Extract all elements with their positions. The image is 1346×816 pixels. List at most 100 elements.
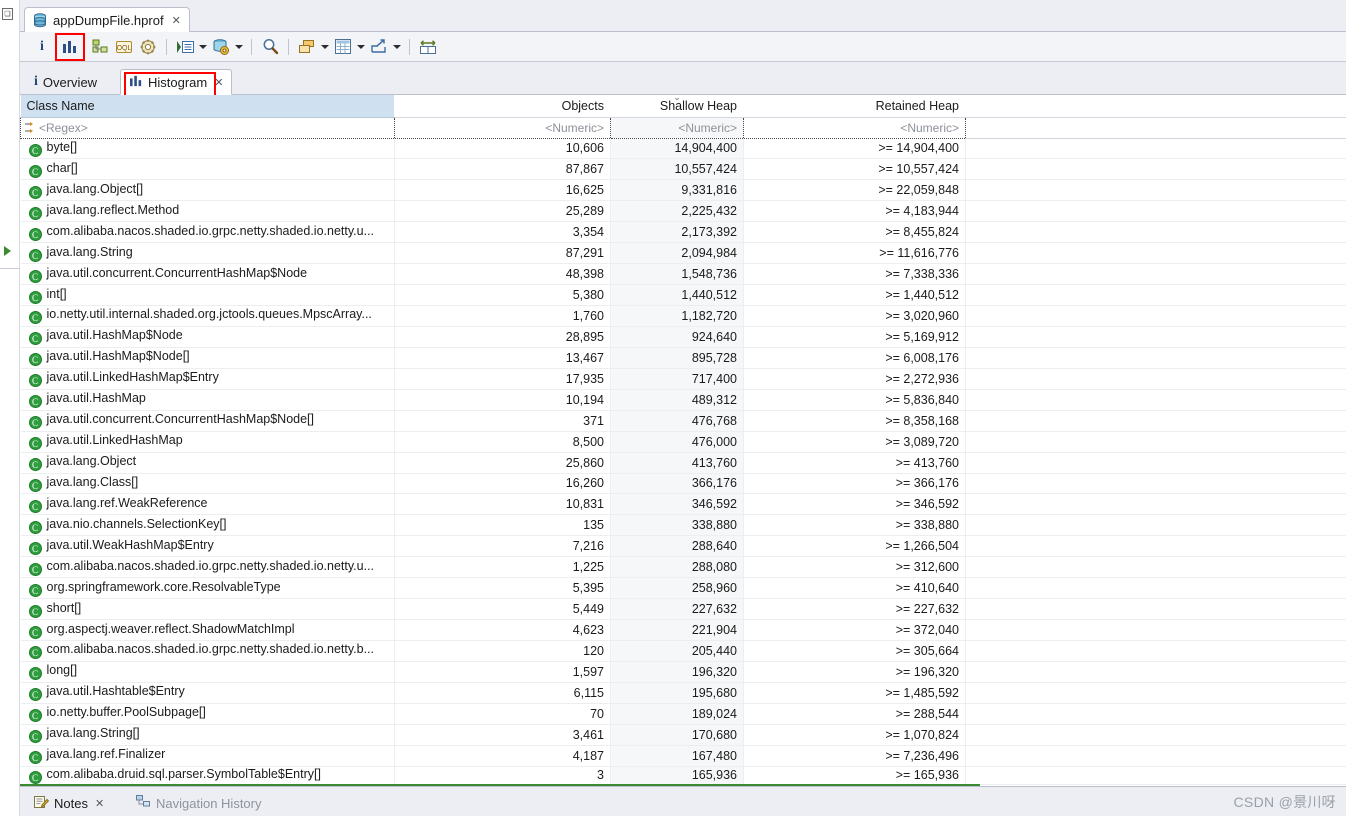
class-icon: C xyxy=(28,667,42,681)
class-icon: C xyxy=(28,248,42,262)
filter-class-name-input[interactable]: <Regex> xyxy=(20,116,395,139)
query-browser-dropdown-icon[interactable] xyxy=(233,36,245,58)
restore-view-button[interactable]: ❏ xyxy=(2,8,18,24)
tab-overview[interactable]: i Overview xyxy=(26,69,105,95)
column-header-class-name[interactable]: Class Name xyxy=(20,95,395,118)
cell-objects: 5,395 xyxy=(394,577,611,600)
table-row[interactable]: Cjava.lang.ref.Finalizer 4,187 167,480 >= 7… xyxy=(20,745,1346,767)
table-row[interactable]: Cjava.lang.Object 25,860 413,760 >= 413,760 xyxy=(20,452,1346,474)
table-row[interactable]: Corg.springframework.core.ResolvableType… xyxy=(20,577,1346,600)
cell-retained-heap: >= 22,059,848 xyxy=(743,179,966,202)
cell-filler xyxy=(965,179,1346,202)
export-dropdown-icon[interactable] xyxy=(391,36,403,58)
bottom-tab-navigation-history[interactable]: Navigation History xyxy=(130,792,268,814)
table-row[interactable]: Cjava.util.LinkedHashMap$Entry 17,935 717,… xyxy=(20,368,1346,390)
bottom-tab-notes[interactable]: Notes ✕ xyxy=(28,792,110,814)
cell-filler xyxy=(965,326,1346,348)
table-row[interactable]: Cjava.lang.reflect.Method 25,289 2,225,432… xyxy=(20,200,1346,223)
cell-filler xyxy=(965,766,1346,785)
cell-class-name: Ccom.alibaba.druid.sql.parser.SymbolTabl… xyxy=(20,766,395,785)
tab-histogram[interactable]: Histogram ✕ xyxy=(120,69,233,95)
class-name-label: io.netty.util.internal.shaded.org.jctool… xyxy=(46,307,372,322)
rail-expand-arrow-icon[interactable] xyxy=(4,246,11,256)
gear-cog-icon[interactable] xyxy=(136,36,160,58)
table-row[interactable]: Ccom.alibaba.nacos.shaded.io.grpc.netty.… xyxy=(20,556,1346,579)
stacked-boxes-icon[interactable] xyxy=(295,36,319,58)
close-icon[interactable]: ✕ xyxy=(95,797,104,810)
magnifier-icon[interactable] xyxy=(258,36,282,58)
class-icon: C xyxy=(28,751,42,765)
class-icon: C xyxy=(28,395,42,409)
histogram-table[interactable]: Class Name Objects ⌄ Shallow Heap Retain… xyxy=(20,95,1346,786)
table-row[interactable]: Cjava.util.HashMap$Node 28,895 924,640 >= 5… xyxy=(20,326,1346,348)
table-row[interactable]: Corg.aspectj.weaver.reflect.ShadowMatchI… xyxy=(20,619,1346,641)
filter-shallow-heap-input[interactable]: <Numeric> xyxy=(610,116,744,139)
table-row[interactable]: Cshort[] 5,449 227,632 >= 227,632 xyxy=(20,598,1346,621)
query-browser-icon[interactable] xyxy=(209,36,233,58)
cell-class-name: Cio.netty.util.internal.shaded.org.jctoo… xyxy=(20,305,395,327)
run-expert-system-icon[interactable] xyxy=(173,36,197,58)
histogram-icon[interactable] xyxy=(55,32,85,61)
table-row[interactable]: Cjava.util.LinkedHashMap 8,500 476,000 >= 3… xyxy=(20,431,1346,453)
table-row[interactable]: Cjava.lang.String[] 3,461 170,680 >= 1,070,… xyxy=(20,724,1346,746)
cell-objects: 135 xyxy=(394,514,611,537)
calculator-dropdown-icon[interactable] xyxy=(355,36,367,58)
filter-retained-heap-input[interactable]: <Numeric> xyxy=(743,116,966,139)
cell-shallow-heap: 195,680 xyxy=(610,682,744,704)
cell-objects: 10,194 xyxy=(394,389,611,411)
grid-icon[interactable] xyxy=(331,36,355,58)
close-icon[interactable]: ✕ xyxy=(172,14,181,27)
tab-histogram-label: Histogram xyxy=(148,74,208,90)
table-row[interactable]: Ccom.alibaba.nacos.shaded.io.grpc.netty.… xyxy=(20,640,1346,662)
table-row[interactable]: Cjava.util.concurrent.ConcurrentHashMap$… xyxy=(20,410,1346,432)
table-row[interactable]: Ccom.alibaba.nacos.shaded.io.grpc.netty.… xyxy=(20,221,1346,244)
table-row[interactable]: Cio.netty.buffer.PoolSubpage[] 70 189,024 >… xyxy=(20,703,1346,725)
cell-shallow-heap: 338,880 xyxy=(610,514,744,537)
table-row[interactable]: Cjava.util.Hashtable$Entry 6,115 195,680 >=… xyxy=(20,682,1346,704)
table-row[interactable]: Cjava.util.concurrent.ConcurrentHashMap$… xyxy=(20,263,1346,286)
cell-filler xyxy=(965,138,1346,160)
compare-icon[interactable] xyxy=(416,36,440,58)
table-row[interactable]: Cjava.util.HashMap$Node[] 13,467 895,728 >=… xyxy=(20,347,1346,369)
table-row[interactable]: Cbyte[] 10,606 14,904,400 >= 14,904,400 xyxy=(20,138,1346,160)
cell-class-name: Cio.netty.buffer.PoolSubpage[] xyxy=(20,703,395,725)
column-header-retained-heap[interactable]: Retained Heap xyxy=(743,95,966,118)
notes-icon xyxy=(34,795,50,812)
rail-divider xyxy=(0,268,20,269)
export-arrow-icon[interactable] xyxy=(367,36,391,58)
table-row[interactable]: Cjava.lang.Object[] 16,625 9,331,816 >= 22,… xyxy=(20,179,1346,202)
editor-tab-heap-dump[interactable]: appDumpFile.hprof ✕ xyxy=(24,7,190,32)
filter-row[interactable]: <Regex> <Numeric> <Numeric> <Numeric> xyxy=(20,116,1346,139)
cell-retained-heap: >= 7,338,336 xyxy=(743,263,966,286)
overview-info-icon[interactable]: i xyxy=(30,36,54,58)
table-row[interactable]: Clong[] 1,597 196,320 >= 196,320 xyxy=(20,661,1346,683)
column-header-shallow-heap[interactable]: ⌄ Shallow Heap xyxy=(610,95,744,118)
cell-shallow-heap: 476,000 xyxy=(610,431,744,453)
class-name-label: com.alibaba.nacos.shaded.io.grpc.netty.s… xyxy=(46,558,375,573)
filter-objects-input[interactable]: <Numeric> xyxy=(394,116,611,139)
class-name-label: io.netty.buffer.PoolSubpage[] xyxy=(46,705,206,720)
table-row[interactable]: Cjava.lang.Class[] 16,260 366,176 >= 366,17… xyxy=(20,473,1346,495)
oql-icon[interactable]: OQL xyxy=(112,36,136,58)
column-header-objects[interactable]: Objects xyxy=(394,95,611,118)
table-row[interactable]: Cint[] 5,380 1,440,512 >= 1,440,512 xyxy=(20,284,1346,306)
table-row[interactable]: Cjava.lang.ref.WeakReference 10,831 346,59… xyxy=(20,493,1346,516)
dominator-tree-icon[interactable] xyxy=(88,36,112,58)
cell-class-name: Ccom.alibaba.nacos.shaded.io.grpc.netty.… xyxy=(20,640,395,662)
table-row[interactable]: Cio.netty.util.internal.shaded.org.jctoo… xyxy=(20,305,1346,327)
table-row[interactable]: Ccom.alibaba.druid.sql.parser.SymbolTabl… xyxy=(20,766,1346,785)
table-row[interactable]: Cjava.util.WeakHashMap$Entry 7,216 288,640… xyxy=(20,535,1346,558)
group-by-dropdown-icon[interactable] xyxy=(319,36,331,58)
table-row[interactable]: Cjava.nio.channels.SelectionKey[] 135 338,… xyxy=(20,514,1346,537)
svg-text:OQL: OQL xyxy=(117,45,132,52)
table-row[interactable]: Cchar[] 87,867 10,557,424 >= 10,557,424 xyxy=(20,158,1346,181)
class-name-label: com.alibaba.druid.sql.parser.SymbolTable… xyxy=(46,766,321,781)
close-icon[interactable]: ✕ xyxy=(214,76,223,89)
cell-class-name: Cbyte[] xyxy=(20,138,395,160)
cell-retained-heap: >= 338,880 xyxy=(743,514,966,537)
class-icon: C xyxy=(28,143,42,157)
run-expert-system-dropdown-icon[interactable] xyxy=(197,36,209,58)
table-row[interactable]: Cjava.lang.String 87,291 2,094,984 >= 11,61… xyxy=(20,242,1346,265)
class-icon: C xyxy=(28,709,42,723)
table-row[interactable]: Cjava.util.HashMap 10,194 489,312 >= 5,836,… xyxy=(20,389,1346,411)
